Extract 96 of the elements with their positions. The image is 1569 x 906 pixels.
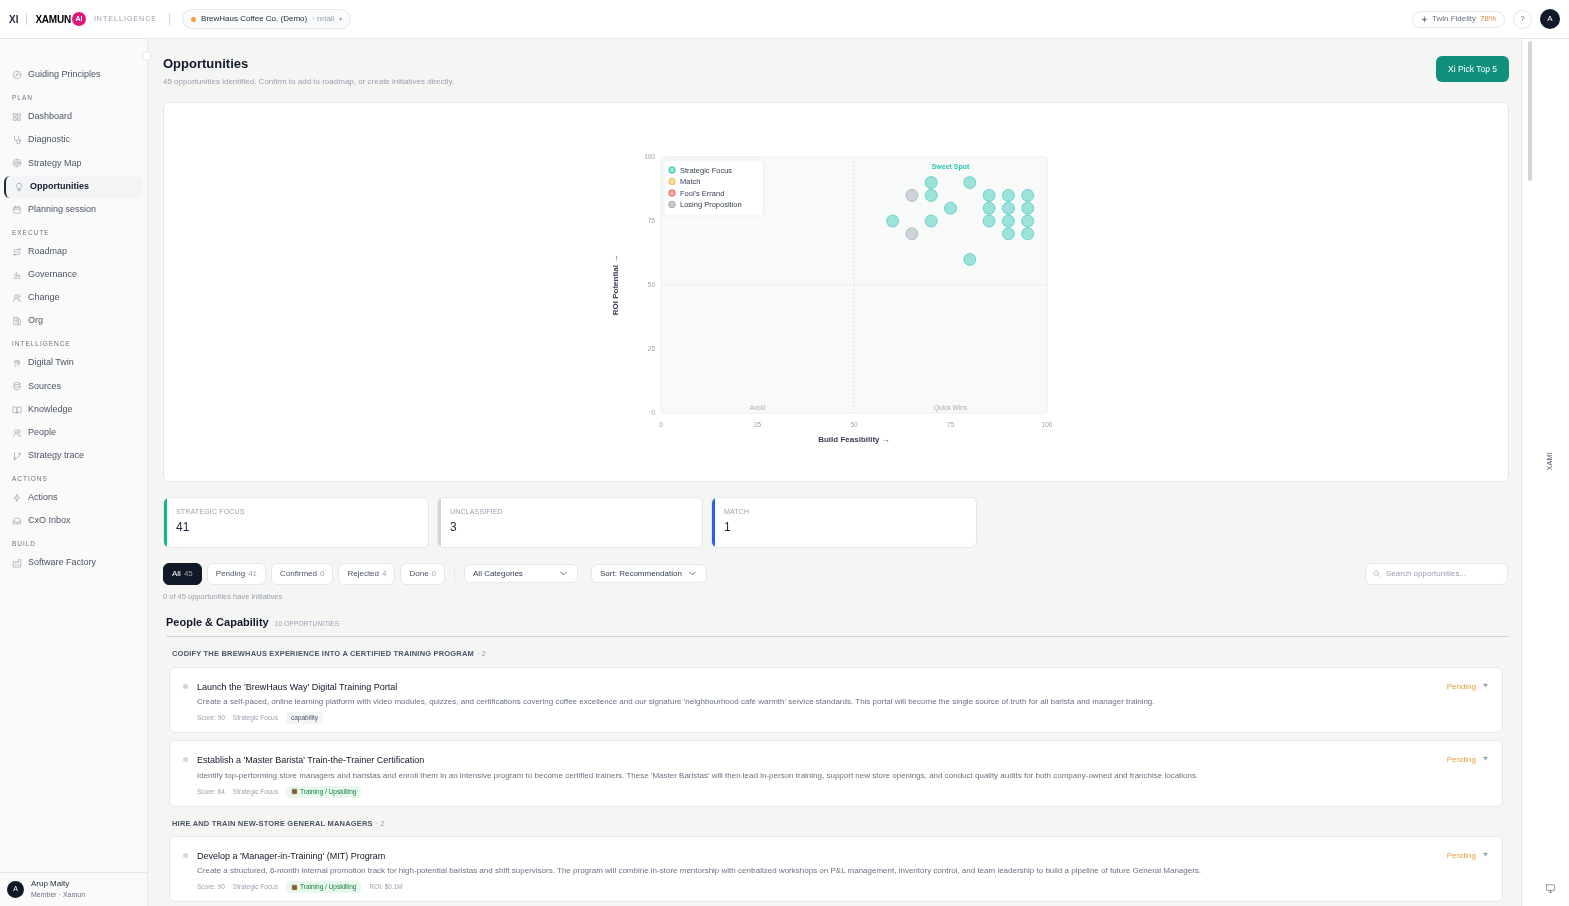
- sidebar-item[interactable]: People: [4, 421, 143, 444]
- stethoscope-icon: [12, 135, 22, 146]
- sidebar-item[interactable]: Opportunities: [4, 175, 143, 198]
- fingerprint-icon: [12, 358, 22, 369]
- status-label: Pending: [1446, 680, 1476, 693]
- search-field[interactable]: Search opportunities...: [1365, 562, 1508, 585]
- factory-icon: [12, 557, 22, 568]
- database-icon: [12, 381, 22, 392]
- sort-select[interactable]: Sort: Recommendation: [591, 564, 708, 583]
- branch-icon: [12, 450, 22, 461]
- data-point: [963, 175, 977, 189]
- group-title: People & Capability: [166, 614, 269, 630]
- category-select[interactable]: All Categories: [464, 564, 579, 583]
- status-label: Pending: [1446, 849, 1476, 862]
- data-point: [924, 188, 938, 202]
- scrollbar-thumb[interactable]: [1528, 41, 1532, 181]
- axis-title: ROI Potential →: [611, 254, 620, 315]
- filter-tab[interactable]: Done 0: [400, 562, 446, 585]
- data-point: [1001, 201, 1015, 215]
- page-subtitle: 45 opportunities identified. Confirm to add to roadmap, or create initiatives directly.: [163, 75, 455, 88]
- opportunity-title: Develop a 'Manager-in-Training' (MIT) Program: [197, 849, 387, 863]
- sidebar-item[interactable]: Change: [4, 287, 143, 309]
- sidebar-item[interactable]: Guiding Principles: [4, 64, 143, 86]
- opportunity-description: Create a structured, 6-month internal promotion track for high-potential baristas and shift supervisors. The program will combine in-store mentorship with centralized workshops on P&L management, inventory control, and team leadership to build a pipeline of future General Managers.: [197, 865, 1203, 878]
- status-label: Pending: [1446, 754, 1476, 766]
- opportunity-card[interactable]: [169, 666, 1503, 733]
- sidebar-item[interactable]: Strategy Map: [4, 152, 143, 175]
- sidebar-item[interactable]: Org: [4, 310, 143, 333]
- filter-tab[interactable]: Confirmed 0: [271, 562, 334, 585]
- lightning-icon: [12, 492, 22, 503]
- inbox-icon: [12, 516, 22, 526]
- data-point: [924, 175, 938, 189]
- sidebar-item[interactable]: Planning session: [4, 198, 143, 221]
- opportunity-title: Establish a 'Master Barista' Train-the-Trainer Certification: [197, 754, 426, 767]
- opportunity-description: Create a self-paced, online learning platform with video modules, quizzes, and certifications covering coffee excellence and our signature 'neighbourhood café warmth' service standards. This portal will become the single source of truth for all barista and manager training.: [197, 696, 1156, 708]
- filter-tab[interactable]: Rejected 4: [338, 562, 396, 585]
- people-icon: [12, 293, 22, 303]
- data-point: [886, 214, 900, 227]
- building-icon: [12, 316, 22, 327]
- data-point: [944, 201, 957, 215]
- data-point: [963, 252, 977, 266]
- user-name: Arup Maity: [31, 878, 71, 891]
- data-point: [1001, 188, 1015, 202]
- filter-tab[interactable]: All 45: [163, 562, 202, 585]
- sidebar-item[interactable]: Actions: [4, 486, 143, 509]
- data-point: [905, 226, 919, 240]
- data-point: [1021, 188, 1035, 202]
- opportunity-title: Launch the 'BrewHaus Way' Digital Training Portal: [197, 680, 399, 694]
- sidebar-item[interactable]: Governance: [4, 263, 143, 286]
- caret-down-icon: [1482, 681, 1489, 689]
- caret-down-icon: [1482, 850, 1489, 858]
- calendar-icon: [12, 204, 22, 215]
- data-point: [1021, 201, 1035, 215]
- lightbulb-icon: [14, 181, 24, 192]
- compass-icon: [12, 70, 22, 80]
- data-point: [1001, 214, 1015, 227]
- bar-chart-icon: [12, 269, 22, 280]
- caret-down-icon: [1482, 755, 1489, 762]
- data-point: [982, 188, 996, 202]
- sidebar-item[interactable]: Digital Twin: [4, 352, 143, 375]
- opportunity-card[interactable]: [169, 835, 1503, 903]
- page-title: Opportunities: [163, 55, 250, 73]
- summary-value: 41: [176, 519, 191, 536]
- sidebar-item[interactable]: Dashboard: [4, 105, 143, 128]
- grid-icon: [12, 111, 22, 122]
- opportunity-card[interactable]: [169, 740, 1503, 807]
- target-icon: [12, 158, 22, 169]
- search-icon: [1372, 569, 1381, 578]
- data-point: [1021, 214, 1035, 227]
- sidebar-item[interactable]: Sources: [4, 375, 143, 398]
- sidebar-item[interactable]: Software Factory: [4, 551, 143, 574]
- data-point: [982, 214, 996, 227]
- sidebar-item[interactable]: CxO Inbox: [4, 510, 143, 532]
- filter-tab[interactable]: Pending 41: [206, 562, 267, 585]
- monitor-icon: [1545, 883, 1556, 894]
- axis-title: Build Feasibility →: [818, 434, 890, 444]
- summary-value: 1: [724, 519, 732, 536]
- data-point: [982, 201, 996, 215]
- sidebar-item[interactable]: Diagnostic: [4, 129, 143, 152]
- book-stack-icon: [291, 883, 298, 891]
- pick-top-button[interactable]: Xi Pick Top 5: [1436, 56, 1509, 82]
- data-point: [1001, 226, 1015, 240]
- data-point: [905, 188, 919, 202]
- sidebar-item[interactable]: Roadmap: [4, 240, 143, 263]
- people-icon: [12, 427, 22, 438]
- app-mark: XI: [9, 12, 19, 27]
- sidebar-item[interactable]: Knowledge: [4, 398, 143, 421]
- user-avatar[interactable]: A: [1540, 9, 1560, 29]
- book-stack-icon: [291, 788, 298, 795]
- book-icon: [12, 404, 22, 415]
- sidebar-item[interactable]: Strategy trace: [4, 444, 143, 467]
- summary-value: 3: [450, 519, 458, 536]
- data-point: [1021, 226, 1035, 240]
- data-point: [924, 214, 938, 227]
- opportunity-description: Identify top-performing store managers and baristas and enroll them in an intensive program to become certified trainers. These 'Master Baristas' will then lead in-person training, support new store openings, and conduct quality audits for both company-owned and franchise locations.: [197, 769, 1200, 782]
- route-icon: [12, 246, 22, 257]
